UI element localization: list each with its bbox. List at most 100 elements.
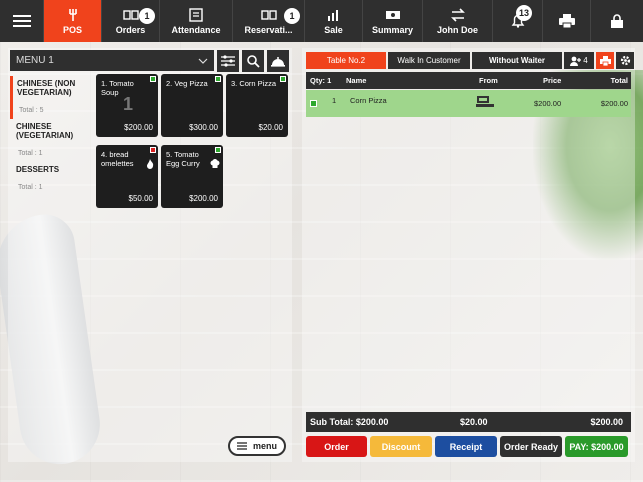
category-item[interactable]: CHINESE (NON VEGETARIAN) Total : 5	[10, 76, 94, 119]
hamburger-menu-button[interactable]	[0, 0, 44, 42]
menu-item-price: $50.00	[128, 194, 153, 203]
pos-icon	[68, 8, 77, 21]
chef-hat-icon	[210, 159, 220, 168]
header-from: From	[479, 76, 498, 85]
discount-button-label: Discount	[381, 441, 421, 452]
order-row-price: $200.00	[534, 99, 562, 108]
hamburger-icon	[12, 15, 31, 27]
nav-summary-label: Summary	[371, 24, 414, 35]
veg-indicator-icon	[215, 147, 221, 153]
menu-item-card[interactable]: 2. Veg Pizza $300.00	[161, 74, 223, 137]
menu-panel: MENU 1 CHINESE (NON VEGETARIAN) Total : …	[8, 48, 292, 462]
reservation-icon	[260, 9, 277, 20]
order-button[interactable]: Order	[306, 436, 367, 457]
subtotal-tax: $20.00	[460, 417, 488, 427]
cloche-button[interactable]	[267, 50, 289, 72]
menu-button[interactable]: menu	[228, 436, 286, 456]
nav-user-label: John Doe	[436, 24, 478, 35]
swap-icon	[450, 7, 465, 22]
order-ready-button[interactable]: Order Ready	[500, 436, 562, 457]
filter-button[interactable]	[217, 50, 239, 72]
nav-notifications[interactable]: 13	[493, 0, 543, 42]
orders-icon	[122, 9, 139, 20]
sliders-icon	[221, 55, 235, 67]
menu-item-price: $300.00	[189, 123, 218, 132]
category-name: CHINESE (VEGETARIAN)	[16, 122, 74, 140]
customer-select-button[interactable]: Walk In Customer	[388, 52, 470, 69]
orders-badge: 1	[139, 8, 155, 24]
nav-orders[interactable]: Orders 1	[102, 0, 160, 42]
header-name: Name	[346, 76, 367, 85]
menu-select-dropdown[interactable]: MENU 1	[10, 50, 214, 71]
order-ready-button-label: Order Ready	[503, 441, 559, 452]
order-panel: Table No.2 Walk In Customer Without Wait…	[302, 48, 635, 462]
category-total: Total : 1	[18, 150, 43, 157]
category-list: CHINESE (NON VEGETARIAN) Total : 5 CHINE…	[10, 76, 94, 196]
guests-button[interactable]: 4	[564, 52, 594, 69]
fire-icon	[147, 159, 154, 169]
menu-item-name: 2. Veg Pizza	[166, 79, 208, 88]
order-tabs: Table No.2 Walk In Customer Without Wait…	[306, 52, 634, 69]
menu-item-qty: 1	[123, 94, 134, 114]
waiter-select-button[interactable]: Without Waiter	[472, 52, 562, 69]
nav-sale-label: Sale	[324, 24, 343, 35]
subtotal-total: $200.00	[590, 417, 623, 427]
veg-indicator-icon	[280, 76, 286, 82]
category-name: DESSERTS	[16, 165, 60, 174]
header-price: Price	[543, 76, 562, 85]
veg-indicator-icon	[215, 76, 221, 82]
receipt-button[interactable]: Receipt	[435, 436, 497, 457]
reservation-badge: 1	[284, 8, 300, 24]
pay-button[interactable]: PAY: $200.00	[565, 436, 628, 457]
nav-pos[interactable]: POS	[44, 0, 102, 42]
search-button[interactable]	[242, 50, 264, 72]
menu-item-card[interactable]: 5. Tomato Egg Curry $200.00	[161, 145, 223, 208]
gear-icon	[620, 55, 630, 66]
veg-indicator-icon	[150, 76, 156, 82]
subtotal-bar: Sub Total: $200.00 $20.00 $200.00	[306, 412, 631, 432]
cash-icon	[385, 10, 400, 19]
category-item[interactable]: CHINESE (VEGETARIAN) Total : 1	[10, 119, 94, 162]
table-label: Table No.2	[326, 56, 366, 65]
guests-count: 4	[583, 56, 588, 65]
menu-select-value: MENU 1	[16, 55, 54, 66]
order-button-label: Order	[324, 441, 349, 452]
nav-attendance-label: Attendance	[171, 24, 221, 35]
menu-item-name: 4. bread omelettes	[101, 150, 134, 168]
table-select-button[interactable]: Table No.2	[306, 52, 386, 69]
cloche-icon	[271, 57, 285, 67]
order-table-header: Qty: 1 Name From Price Total	[306, 72, 631, 89]
chevron-down-icon	[198, 58, 208, 64]
nav-attendance[interactable]: Attendance	[160, 0, 233, 42]
nonveg-indicator-icon	[150, 147, 156, 153]
search-icon	[247, 55, 260, 68]
order-row[interactable]: 1 Corn Pizza $200.00 $200.00	[306, 90, 631, 117]
header-qty: Qty: 1	[310, 76, 332, 85]
menu-item-card[interactable]: 4. bread omelettes $50.00	[96, 145, 158, 208]
customer-label: Walk In Customer	[397, 56, 461, 65]
category-item[interactable]: DESSERTS Total : 1	[10, 162, 94, 196]
nav-lock[interactable]	[591, 0, 643, 42]
category-name: CHINESE (NON VEGETARIAN)	[17, 79, 76, 97]
top-navigation-bar: POS Orders 1 Attendance Reservati... 1 S…	[0, 0, 643, 42]
nav-summary[interactable]: Summary	[363, 0, 423, 42]
nav-reservation[interactable]: Reservati... 1	[233, 0, 305, 42]
nav-print[interactable]	[543, 0, 591, 42]
nav-sale[interactable]: Sale	[305, 0, 363, 42]
settings-button[interactable]	[616, 52, 634, 69]
lock-icon	[611, 14, 623, 28]
nav-user[interactable]: John Doe	[423, 0, 493, 42]
menu-item-price: $20.00	[258, 123, 283, 132]
category-total: Total : 1	[18, 184, 43, 191]
menu-item-card[interactable]: 3. Corn Pizza $20.00	[226, 74, 288, 137]
user-plus-icon	[570, 56, 582, 66]
menu-item-price: $200.00	[124, 123, 153, 132]
receipt-button-label: Receipt	[449, 441, 483, 452]
kot-print-button[interactable]	[596, 52, 614, 69]
discount-button[interactable]: Discount	[370, 436, 432, 457]
menu-item-card[interactable]: 1. Tomato Soup 1 $200.00	[96, 74, 158, 137]
subtotal-label: Sub Total: $200.00	[310, 417, 389, 427]
action-buttons: Order Discount Receipt Order Ready PAY: …	[306, 436, 628, 457]
menu-item-price: $200.00	[189, 194, 218, 203]
notifications-badge: 13	[516, 5, 532, 21]
